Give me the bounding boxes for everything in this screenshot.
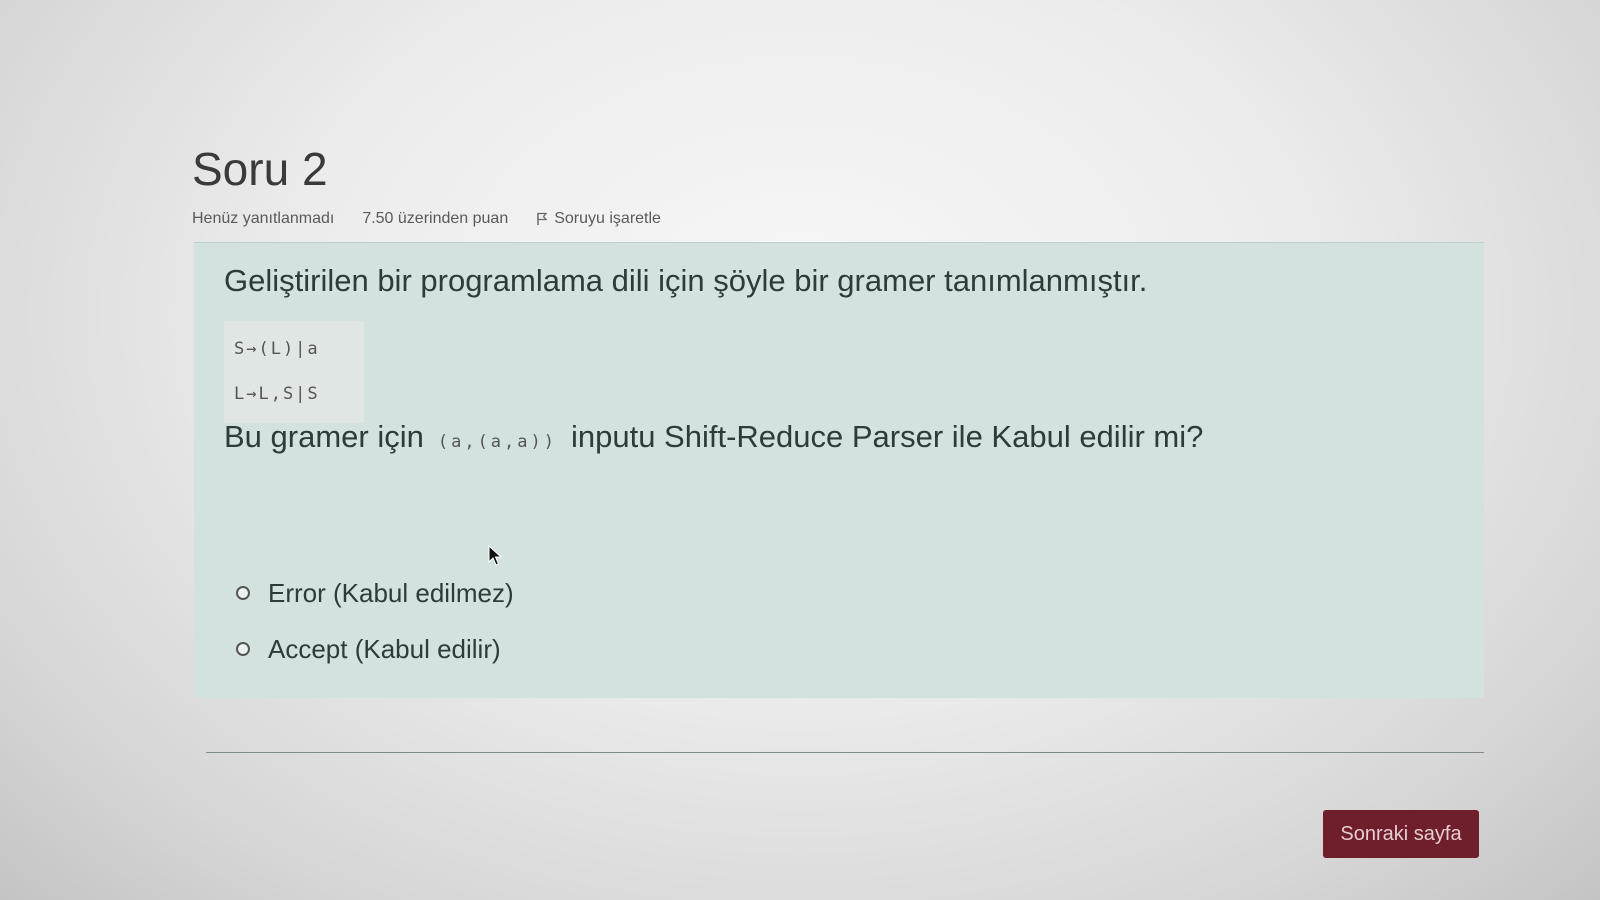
answer-label: Error (Kabul edilmez) bbox=[268, 577, 514, 608]
answer-options: Error (Kabul edilmez) Accept (Kabul edil… bbox=[236, 565, 514, 677]
divider bbox=[206, 752, 1484, 753]
flag-question-link[interactable]: Soruyu işaretle bbox=[536, 210, 661, 228]
question-intro: Geliştirilen bir programlama dili için ş… bbox=[224, 263, 1148, 298]
prompt-after: inputu Shift-Reduce Parser ile Kabul edi… bbox=[570, 419, 1204, 454]
next-page-button[interactable]: Sonraki sayfa bbox=[1323, 810, 1479, 858]
grammar-rule: S→(L)|a bbox=[234, 339, 320, 359]
question-status: Henüz yanıtlanmadı bbox=[192, 210, 335, 227]
radio-button[interactable] bbox=[236, 642, 250, 656]
grammar-block: S→(L)|a L→L,S|S bbox=[224, 321, 364, 423]
answer-option-accept[interactable]: Accept (Kabul edilir) bbox=[236, 621, 514, 677]
flag-icon bbox=[536, 212, 548, 226]
input-string-code: (a,(a,a)) bbox=[437, 432, 557, 452]
answer-label: Accept (Kabul edilir) bbox=[268, 633, 501, 664]
question-prompt: Bu gramer için (a,(a,a)) inputu Shift-Re… bbox=[224, 419, 1203, 455]
question-points: 7.50 üzerinden puan bbox=[362, 210, 509, 227]
grammar-rule: L→L,S|S bbox=[234, 384, 320, 404]
answer-option-error[interactable]: Error (Kabul edilmez) bbox=[236, 565, 514, 621]
radio-button[interactable] bbox=[236, 586, 250, 600]
question-text-box: Geliştirilen bir programlama dili için ş… bbox=[194, 242, 1484, 698]
question-info: Henüz yanıtlanmadı 7.50 üzerinden puan S… bbox=[192, 210, 661, 228]
prompt-before: Bu gramer için bbox=[224, 419, 424, 454]
flag-question-label: Soruyu işaretle bbox=[554, 210, 661, 227]
question-title: Soru 2 bbox=[192, 143, 328, 195]
